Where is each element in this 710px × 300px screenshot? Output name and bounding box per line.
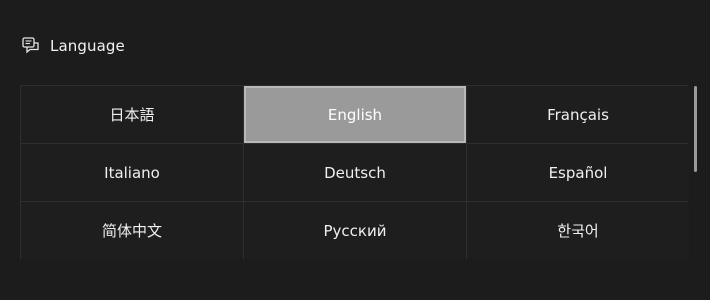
language-option-french[interactable]: Français: [467, 86, 689, 143]
language-option-japanese[interactable]: 日本語: [21, 86, 243, 143]
language-option-russian[interactable]: Русский: [244, 202, 466, 259]
language-grid: 日本語 English Français Italiano Deutsch Es…: [20, 85, 689, 259]
language-option-german[interactable]: Deutsch: [244, 144, 466, 201]
language-option-simplified-chinese[interactable]: 简体中文: [21, 202, 243, 259]
language-header: Language: [22, 34, 125, 58]
language-option-english[interactable]: English: [244, 86, 466, 143]
language-icon: [22, 37, 40, 55]
page-title: Language: [50, 37, 125, 55]
language-option-italian[interactable]: Italiano: [21, 144, 243, 201]
scrollbar[interactable]: [694, 86, 697, 172]
language-option-spanish[interactable]: Español: [467, 144, 689, 201]
language-option-korean[interactable]: 한국어: [467, 202, 689, 259]
